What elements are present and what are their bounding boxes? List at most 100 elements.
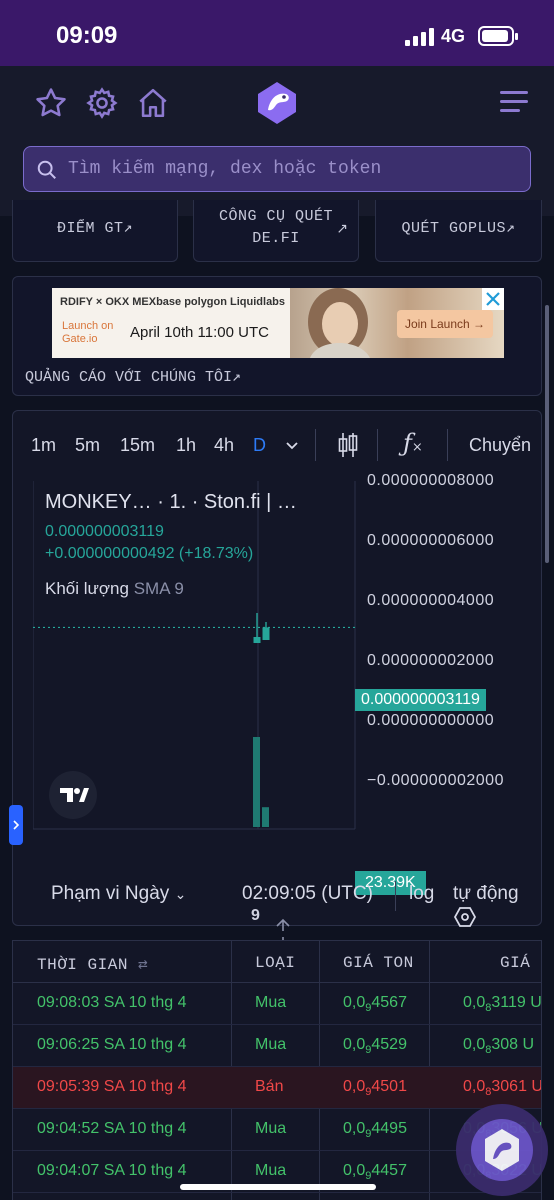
volume-bar xyxy=(253,737,260,827)
cell-time: 09:04:52 SA 10 thg 4 xyxy=(37,1120,187,1137)
search-icon xyxy=(37,160,56,179)
home-indicator xyxy=(180,1184,376,1190)
indicators-icon[interactable]: ƒ× xyxy=(403,429,423,457)
toolbar-divider xyxy=(315,429,316,461)
timeframe-d[interactable]: D xyxy=(253,435,266,456)
header-type[interactable]: LOẠI xyxy=(255,954,295,972)
ad-banner[interactable]: RDIFY × OKX MEXbase polygon Liquidlabs L… xyxy=(52,288,504,358)
quick-link-defi-scanner[interactable]: CÔNG CỤ QUÉT DE.FI ↗ xyxy=(193,200,359,262)
search-input[interactable] xyxy=(68,147,518,190)
y-tick-label: 0.000000008000 xyxy=(367,472,495,489)
auto-scale-toggle[interactable]: tự động xyxy=(453,883,519,905)
gecko-logo-icon[interactable] xyxy=(254,80,300,126)
toolbar-divider xyxy=(447,429,448,461)
quick-link-label: DE.FI xyxy=(252,230,300,247)
home-icon[interactable] xyxy=(136,86,170,120)
header-time-label: THỜI GIAN xyxy=(37,956,128,974)
menu-icon[interactable] xyxy=(500,91,528,113)
battery-icon xyxy=(478,26,518,46)
swap-icon[interactable]: ⇄ xyxy=(138,956,148,974)
candle-body xyxy=(253,637,261,643)
timeframe-15m[interactable]: 15m xyxy=(120,435,155,456)
range-selector[interactable]: Phạm vi Ngày ⌄ xyxy=(51,883,186,905)
candle-body xyxy=(262,627,270,640)
cell-type: Mua xyxy=(255,1162,287,1179)
advertise-link[interactable]: QUẢNG CÁO VỚI CHÚNG TÔI↗ xyxy=(25,367,241,386)
timeframe-1h[interactable]: 1h xyxy=(176,435,196,456)
candlestick-icon[interactable] xyxy=(337,431,359,459)
timeframe-1m[interactable]: 1m xyxy=(31,435,56,456)
cell-time: 09:08:03 SA 10 thg 4 xyxy=(37,994,187,1011)
last-price-tag: 0.000000003119 xyxy=(355,689,486,711)
volume-bar xyxy=(262,807,269,827)
cell-price-ton: 0,094501 xyxy=(343,1078,407,1099)
log-toggle[interactable]: log xyxy=(409,883,434,905)
quick-link-label: CÔNG CỤ QUÉT xyxy=(218,208,334,225)
tradingview-logo-icon[interactable] xyxy=(49,771,97,819)
search-bar[interactable] xyxy=(23,146,531,192)
ad-date-text: April 10th 11:00 UTC xyxy=(130,324,269,341)
quick-link-gt-score[interactable]: ĐIỂM GT↗ xyxy=(12,200,178,262)
sma-label: SMA 9 xyxy=(133,579,184,598)
star-icon[interactable] xyxy=(34,86,68,120)
cell-price-ton: 0,094457 xyxy=(343,1162,407,1183)
status-bar: 09:09 4G xyxy=(0,0,554,66)
header-price-usd[interactable]: GIÁ xyxy=(500,954,530,972)
bottom-divider xyxy=(395,881,396,911)
ad-launch-text: Launch on Gate.io xyxy=(62,320,114,345)
ad-join-button[interactable]: Join Launch → xyxy=(397,310,493,338)
side-panel-toggle[interactable] xyxy=(9,805,23,845)
cell-time: 09:04:07 SA 10 thg 4 xyxy=(37,1162,187,1179)
gear-icon[interactable] xyxy=(85,86,119,120)
cell-price-ton: 0,094495 xyxy=(343,1120,407,1141)
chart-legend-price: 0.000000003119 xyxy=(45,523,164,540)
ad-card: RDIFY × OKX MEXbase polygon Liquidlabs L… xyxy=(12,276,542,396)
header-price-ton[interactable]: GIÁ TON xyxy=(343,954,414,972)
header-time[interactable]: THỜI GIAN ⇄ xyxy=(37,954,148,974)
external-link-icon: ↗ xyxy=(336,220,348,236)
chevron-down-icon: ⌄ xyxy=(174,886,187,902)
volume-legend: Khối lượng SMA 9 xyxy=(45,579,184,599)
y-tick-label: 0.000000002000 xyxy=(367,652,495,669)
chart-legend-change: +0.000000000492 (+18.73%) xyxy=(45,545,254,562)
cell-price-ton: 0,094567 xyxy=(343,994,407,1015)
toolbar-divider xyxy=(377,429,378,461)
cell-type: Mua xyxy=(255,1120,287,1137)
timeframe-4h[interactable]: 4h xyxy=(214,435,234,456)
cell-type: Bán xyxy=(255,1078,284,1095)
gecko-logo-icon xyxy=(485,1129,519,1171)
cell-price-usd: 0,083119 U xyxy=(463,994,542,1015)
volume-label: Khối lượng xyxy=(45,579,129,598)
quick-link-label: ĐIỂM GT↗ xyxy=(56,220,134,237)
floating-app-button[interactable] xyxy=(456,1104,548,1196)
price-chart[interactable]: MONKEY… · 1. · Ston.fi | … 0.00000000311… xyxy=(33,472,543,927)
y-tick-label: −0.000000002000 xyxy=(367,772,504,789)
table-row[interactable]: 09:08:03 SA 10 thg 4 Mua 0,094567 0,083119 … xyxy=(13,983,542,1025)
network-type: 4G xyxy=(441,26,466,46)
cell-time: 09:06:25 SA 10 thg 4 xyxy=(37,1036,187,1053)
cell-price-usd: 0,08308 U xyxy=(463,1036,535,1057)
y-tick-label: 0.000000000000 xyxy=(367,712,495,729)
timeframe-5m[interactable]: 5m xyxy=(75,435,100,456)
chevron-down-icon[interactable] xyxy=(285,441,299,451)
chart-card: 1m 5m 15m 1h 4h D ƒ× Chuyển MONKEY… · 1.… xyxy=(9,410,543,927)
table-row[interactable]: 09:05:39 SA 10 thg 4 Bán 0,094501 0,083061 … xyxy=(13,1067,542,1109)
status-time: 09:09 xyxy=(56,22,118,49)
y-tick-label: 0.000000006000 xyxy=(367,532,495,549)
cell-price-usd: 0,083061 U xyxy=(463,1078,542,1099)
scrollbar[interactable] xyxy=(545,305,549,563)
cell-type: Mua xyxy=(255,1036,287,1053)
compare-button[interactable]: Chuyển xyxy=(469,435,531,456)
quick-link-label: QUÉT GOPLUS↗ xyxy=(401,220,516,237)
quick-link-goplus[interactable]: QUÉT GOPLUS↗ xyxy=(375,200,542,262)
range-label: Phạm vi Ngày xyxy=(51,883,170,904)
ad-close-button[interactable] xyxy=(482,288,504,310)
ad-brands: RDIFY × OKX MEXbase polygon Liquidlabs xyxy=(60,296,286,308)
cell-time: 09:05:39 SA 10 thg 4 xyxy=(37,1078,187,1095)
signal-icon xyxy=(405,28,435,46)
y-tick-label: 0.000000004000 xyxy=(367,592,495,609)
table-row[interactable]: 09:06:25 SA 10 thg 4 Mua 0,094529 0,08308 U xyxy=(13,1025,541,1067)
cell-type: Mua xyxy=(255,994,287,1011)
table-header: THỜI GIAN ⇄ LOẠI GIÁ TON GIÁ xyxy=(13,941,541,983)
utc-time[interactable]: 02:09:05 (UTC) xyxy=(242,883,373,905)
